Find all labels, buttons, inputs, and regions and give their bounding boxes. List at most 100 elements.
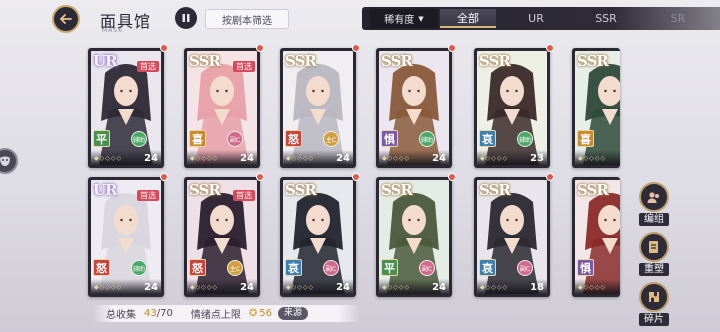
tab-ur[interactable]: UR [508,9,564,28]
emotion-badge: 平 [381,259,398,276]
mask-card[interactable]: SSR 首选喜 副C ◆◇◇◇◇ 24 [184,44,264,168]
rarity-badge: SSR [189,52,221,70]
collect-current: 43 [144,308,157,319]
card-level: 24 [336,153,350,164]
first-choice-tag: 首选 [233,190,255,201]
rarity-badge: SSR [189,181,221,199]
fragment-button[interactable]: 碎片 [637,282,671,326]
card-level: 24 [240,282,254,293]
card-portrait: SSR 怒 主C ◆◇◇◇◇ 24 [283,51,353,165]
emotion-cap-number: 56 [259,308,272,319]
reshape-icon [649,241,658,253]
rarity-badge: UR [93,52,118,70]
card-portrait: SSR惧◆◇◇◇◇24 [575,180,620,294]
sort-label: 稀有度 [384,15,415,26]
rarity-badge: SSR [479,52,511,70]
new-indicator-dot [352,44,360,52]
reshape-label: 重塑 [639,263,669,276]
star-rank-icon: ◆◇◇◇◇ [286,284,315,291]
mask-card[interactable]: SSR 哀 副C ◆◇◇◇◇ 24 [280,173,360,297]
role-badge: 副C [323,260,339,276]
star-rank-icon: ◆◇◇◇◇ [190,284,219,291]
script-filter-button[interactable]: 按剧本筛选 [205,9,289,29]
card-level: 24 [432,282,446,293]
tab-sr[interactable]: SR [650,9,706,28]
card-portrait: SSR 哀 辅助 ◆◇◇◇◇ 23 [477,51,547,165]
emotion-badge: 怒 [189,259,206,276]
mask-card[interactable]: SSR 哀 副C ◆◇◇◇◇ 18 [474,173,554,297]
emotion-badge: 怒 [285,130,302,147]
star-rank-icon: ◆◇◇◇◇ [578,284,607,291]
rarity-badge: SSR [381,52,413,70]
card-portrait: SSR 首选怒 主C ◆◇◇◇◇ 24 [187,180,257,294]
new-indicator-dot [546,173,554,181]
group-button[interactable]: 编组 [637,182,671,226]
group-label: 编组 [639,213,669,226]
mask-card[interactable]: SSR喜◆◇◇◇◇24 [572,48,620,168]
rarity-badge: SSR [577,181,609,199]
mask-card[interactable]: SSR 怒 主C ◆◇◇◇◇ 24 [280,44,360,168]
role-badge: 辅助 [131,131,147,147]
role-badge: 副C [517,260,533,276]
mask-card[interactable]: SSR 哀 辅助 ◆◇◇◇◇ 23 [474,44,554,168]
rarity-badge: SSR [285,181,317,199]
group-icon [647,192,659,203]
tab-ssr[interactable]: SSR [578,9,634,28]
first-choice-tag: 首选 [137,61,159,72]
new-indicator-dot [160,44,168,52]
card-portrait: SSR 平 副C ◆◇◇◇◇ 24 [379,180,449,294]
role-badge: 副C [227,131,243,147]
mask-card[interactable]: UR 首选怒 辅助 ◆◇◇◇◇ 24 [88,173,168,297]
mask-card[interactable]: SSR 惧 辅助 ◆◇◇◇◇ 24 [376,44,456,168]
fragment-icon [649,292,659,302]
fragment-label: 碎片 [639,313,669,326]
emotion-badge: 哀 [479,130,496,147]
mask-card[interactable]: SSR惧◆◇◇◇◇24 [572,177,620,297]
emotion-badge: 哀 [479,259,496,276]
tab-all[interactable]: 全部 [440,9,496,28]
collect-count: 43/70 [144,308,173,319]
mask-icon [0,156,10,166]
star-icon: ✪ [248,308,258,319]
star-rank-icon: ◆◇◇◇◇ [190,155,219,162]
emotion-badge: 平 [93,130,110,147]
reshape-button[interactable]: 重塑 [637,232,671,276]
rarity-badge: SSR [285,52,317,70]
role-badge: 辅助 [419,131,435,147]
star-rank-icon: ◆◇◇◇◇ [382,155,411,162]
card-portrait: UR 首选平 辅助 ◆◇◇◇◇ 24 [91,51,161,165]
card-portrait: UR 首选怒 辅助 ◆◇◇◇◇ 24 [91,180,161,294]
new-indicator-dot [448,44,456,52]
star-rank-icon: ◆◇◇◇◇ [286,155,315,162]
star-rank-icon: ◆◇◇◇◇ [382,284,411,291]
emotion-badge: 哀 [285,259,302,276]
rarity-badge: SSR [381,181,413,199]
pause-bars-icon [182,14,190,22]
card-level: 24 [144,282,158,293]
card-portrait: SSR 哀 副C ◆◇◇◇◇ 18 [477,180,547,294]
emotion-badge: 惧 [577,259,594,276]
sort-dropdown[interactable]: 稀有度 ▼ [370,9,438,28]
mask-side-icon[interactable] [0,148,18,174]
mask-card[interactable]: SSR 平 副C ◆◇◇◇◇ 24 [376,173,456,297]
source-button[interactable]: 来源 [277,307,308,320]
card-portrait: SSR 哀 副C ◆◇◇◇◇ 24 [283,180,353,294]
new-indicator-dot [352,173,360,181]
new-indicator-dot [256,173,264,181]
role-badge: 辅助 [131,260,147,276]
view-toggle-button[interactable] [175,7,197,29]
card-portrait: SSR 首选喜 副C ◆◇◇◇◇ 24 [187,51,257,165]
role-badge: 主C [227,260,243,276]
mask-card[interactable]: UR 首选平 辅助 ◆◇◇◇◇ 24 [88,44,168,168]
rarity-badge: SSR [479,181,511,199]
star-rank-icon: ◆◇◇◇◇ [94,284,123,291]
card-level: 24 [240,153,254,164]
star-rank-icon: ◆◇◇◇◇ [480,284,509,291]
back-button[interactable] [52,5,80,33]
first-choice-tag: 首选 [137,190,159,201]
mask-card[interactable]: SSR 首选怒 主C ◆◇◇◇◇ 24 [184,173,264,297]
card-level: 24 [432,153,446,164]
star-rank-icon: ◆◇◇◇◇ [480,155,509,162]
emotion-cap-label: 情绪点上限 [190,310,241,321]
page-subtitle: MASK [102,27,124,34]
